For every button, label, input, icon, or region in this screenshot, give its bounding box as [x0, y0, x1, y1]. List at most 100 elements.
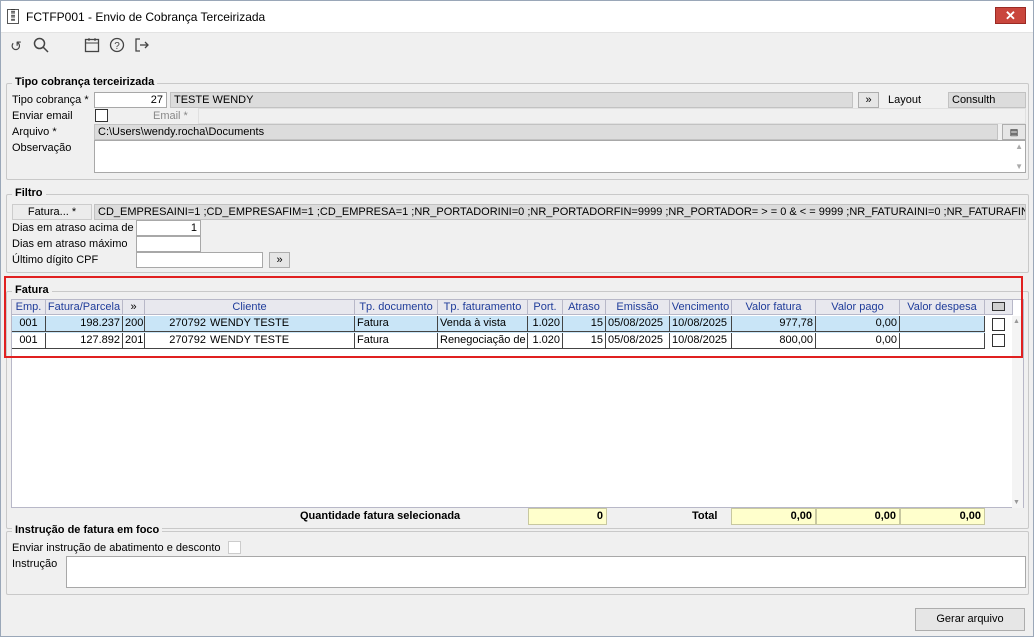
scroll-up-icon[interactable]: ▲ [1013, 318, 1020, 325]
dias-acima-field[interactable]: 1 [136, 220, 201, 236]
cell-cod-cliente: 270792 [145, 316, 208, 332]
grid-scrollbar[interactable]: ▲ ▼ [1012, 316, 1023, 508]
title-bar: ≡ ≡ ≡ FCTFP001 - Envio de Cobrança Terceir… [1, 1, 1033, 33]
cell-fatura: 198.237 [46, 316, 123, 332]
col-port[interactable]: Port. [528, 300, 563, 315]
observacao-label: Observação [12, 142, 72, 154]
col-atraso[interactable]: Atraso [563, 300, 606, 315]
cell-valor-fatura: 977,78 [732, 316, 816, 332]
ultimo-cpf-field[interactable] [136, 252, 263, 268]
grid-header: Emp. Fatura/Parcela » Cliente Tp. docume… [12, 300, 1024, 316]
fatura-grid[interactable]: Emp. Fatura/Parcela » Cliente Tp. docume… [11, 299, 1024, 508]
col-emp[interactable]: Emp. [12, 300, 46, 315]
instrucao-group-title: Instrução de fatura em foco [12, 524, 163, 536]
email-field [198, 108, 1026, 124]
total-valor-despesa: 0,00 [900, 508, 985, 525]
close-button[interactable]: ✕ [995, 7, 1026, 24]
cell-parcela: 200 [123, 316, 145, 332]
cell-atraso: 15 [563, 316, 606, 332]
col-tp-faturamento[interactable]: Tp. faturamento [438, 300, 528, 315]
arquivo-field[interactable]: C:\Users\wendy.rocha\Documents [94, 124, 998, 140]
scroll-down-icon[interactable]: ▼ [1015, 162, 1023, 171]
col-emissao[interactable]: Emissão [606, 300, 670, 315]
cell-cliente: WENDY TESTE [208, 316, 355, 332]
total-valor-pago: 0,00 [816, 508, 900, 525]
gerar-arquivo-button[interactable]: Gerar arquivo [915, 608, 1025, 631]
qtd-selecionada-value: 0 [528, 508, 607, 525]
arquivo-label: Arquivo * [12, 126, 57, 138]
col-select-all[interactable] [985, 300, 1013, 315]
help-icon[interactable]: ? [108, 37, 126, 55]
col-fatura-parcela[interactable]: Fatura/Parcela [46, 300, 123, 315]
tipo-cobranca-label: Tipo cobrança * [12, 94, 89, 106]
col-expand[interactable]: » [123, 300, 145, 315]
scroll-down-icon[interactable]: ▼ [1013, 499, 1020, 506]
select-all-icon[interactable] [992, 302, 1005, 311]
folder-browse-icon[interactable]: ▤ [1002, 124, 1026, 140]
col-valor-fatura[interactable]: Valor fatura [732, 300, 816, 315]
row-select-checkbox[interactable] [992, 334, 1005, 347]
search-icon[interactable] [32, 37, 50, 55]
instrucao-label: Instrução [12, 558, 58, 570]
cell-vencimento: 10/08/2025 [670, 333, 732, 349]
layout-label: Layout [888, 94, 922, 106]
cell-tp-faturamento: Venda à vista [438, 316, 528, 332]
cell-valor-pago: 0,00 [816, 333, 900, 349]
cell-valor-fatura: 800,00 [732, 333, 816, 349]
cell-vencimento: 10/08/2025 [670, 316, 732, 332]
col-tp-documento[interactable]: Tp. documento [355, 300, 438, 315]
calendar-icon[interactable] [83, 37, 101, 55]
cell-tp-documento: Fatura [355, 333, 438, 349]
fatura-group-title: Fatura [12, 284, 52, 296]
col-valor-despesa[interactable]: Valor despesa [900, 300, 985, 315]
cell-atraso: 15 [563, 333, 606, 349]
window-title: FCTFP001 - Envio de Cobrança Terceirizad… [26, 10, 266, 24]
undo-icon[interactable]: ↺ [7, 37, 25, 55]
cell-emp: 001 [12, 333, 46, 349]
cell-tp-documento: Fatura [355, 316, 438, 332]
cpf-more-button[interactable]: » [269, 252, 290, 268]
total-label: Total [692, 510, 718, 522]
cell-fatura: 127.892 [46, 333, 123, 349]
tipo-more-button[interactable]: » [858, 92, 879, 108]
table-row[interactable]: 001 127.892 201 270792 WENDY TESTE Fatur… [12, 333, 985, 350]
dias-acima-label: Dias em atraso acima de [12, 222, 134, 234]
enviar-email-checkbox[interactable] [95, 109, 108, 122]
scroll-up-icon[interactable]: ▲ [1015, 142, 1023, 151]
fatura-filter-button[interactable]: Fatura... * [12, 204, 92, 220]
col-cliente[interactable]: Cliente [145, 300, 355, 315]
col-valor-pago[interactable]: Valor pago [816, 300, 900, 315]
cell-parcela: 201 [123, 333, 145, 349]
document-icon: ≡ ≡ ≡ [7, 8, 19, 24]
tipo-cobranca-desc: TESTE WENDY [170, 92, 853, 108]
cell-valor-pago: 0,00 [816, 316, 900, 332]
dias-max-label: Dias em atraso máximo [12, 238, 128, 250]
cell-cod-cliente: 270792 [145, 333, 208, 349]
col-vencimento[interactable]: Vencimento [670, 300, 732, 315]
abatimento-checkbox[interactable] [228, 541, 241, 554]
cell-valor-despesa [900, 333, 985, 349]
tipo-cobranca-field[interactable]: 27 [94, 92, 167, 108]
filtro-group-title: Filtro [12, 187, 46, 199]
row-select-checkbox[interactable] [992, 318, 1005, 331]
ultimo-cpf-label: Último dígito CPF [12, 254, 99, 266]
layout-field: Consulth [948, 92, 1026, 108]
cell-cliente: WENDY TESTE [208, 333, 355, 349]
enviar-email-label: Enviar email [12, 110, 73, 122]
observacao-textarea[interactable]: ▲ ▼ [94, 140, 1026, 173]
cell-emissao: 05/08/2025 [606, 333, 670, 349]
qtd-selecionada-label: Quantidade fatura selecionada [300, 510, 461, 522]
cell-tp-faturamento: Renegociação de [438, 333, 528, 349]
toolbar: ↺ ? [1, 33, 1033, 61]
cell-port: 1.020 [528, 333, 563, 349]
fatura-filter-field: CD_EMPRESAINI=1 ;CD_EMPRESAFIM=1 ;CD_EMP… [94, 204, 1026, 220]
abatimento-label: Enviar instrução de abatimento e descont… [12, 542, 221, 554]
dias-max-field[interactable] [136, 236, 201, 252]
cell-emp: 001 [12, 316, 46, 332]
instrucao-textarea[interactable] [66, 556, 1026, 588]
total-valor-fatura: 0,00 [731, 508, 816, 525]
table-row[interactable]: 001 198.237 200 270792 WENDY TESTE Fatur… [12, 316, 985, 333]
cell-valor-despesa [900, 316, 985, 332]
cell-port: 1.020 [528, 316, 563, 332]
exit-icon[interactable] [133, 37, 151, 55]
